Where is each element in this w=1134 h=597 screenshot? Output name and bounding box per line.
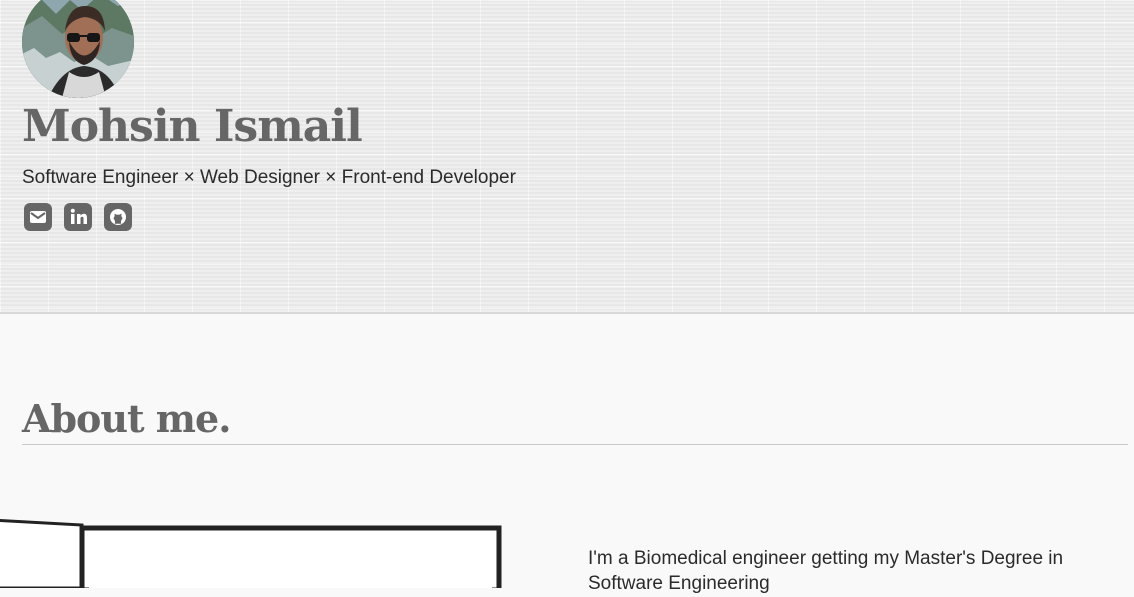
profile-avatar — [22, 0, 134, 98]
section-divider — [22, 444, 1128, 445]
linkedin-icon — [70, 208, 87, 224]
social-links — [24, 203, 132, 231]
about-text: I'm a Biomedical engineer getting my Mas… — [588, 548, 1064, 595]
envelope-icon — [30, 211, 46, 223]
github-link[interactable] — [104, 203, 132, 231]
profile-photo-icon — [22, 0, 134, 98]
profile-subtitle: Software Engineer × Web Designer × Front… — [22, 167, 516, 188]
about-heading: About me. — [22, 396, 231, 441]
github-icon — [110, 209, 126, 225]
email-link[interactable] — [24, 203, 52, 231]
hero-header: Mohsin Ismail Software Engineer × Web De… — [0, 0, 1134, 314]
laptop-illustration — [0, 518, 510, 588]
page-title: Mohsin Ismail — [22, 101, 363, 152]
linkedin-link[interactable] — [64, 203, 92, 231]
